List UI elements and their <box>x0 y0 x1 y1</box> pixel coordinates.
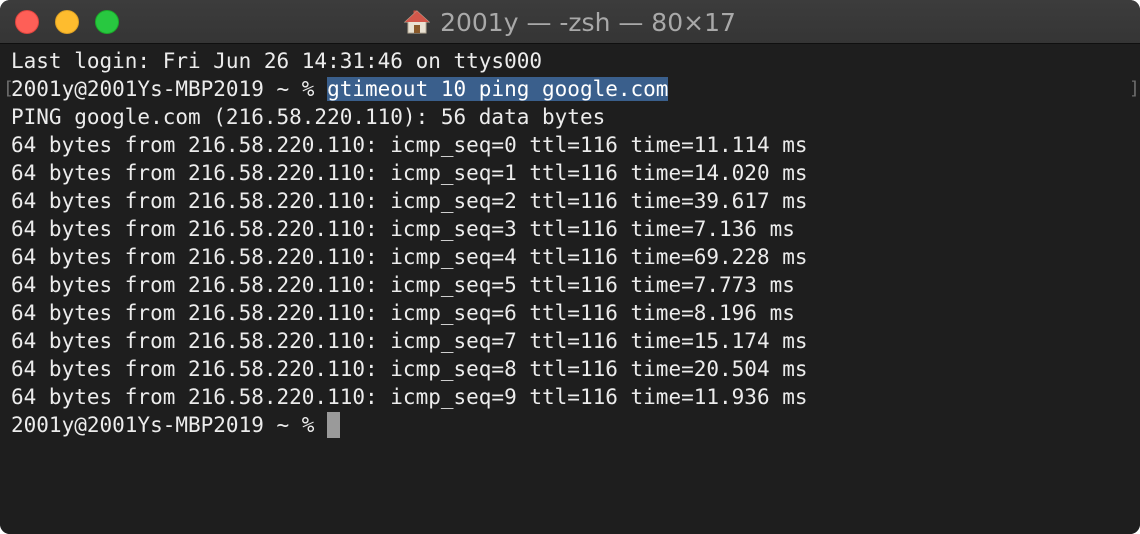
last-login-line: Last login: Fri Jun 26 14:31:46 on ttys0… <box>11 49 543 73</box>
text-cursor <box>327 411 341 438</box>
ping-header-line: PING google.com (216.58.220.110): 56 dat… <box>11 105 606 129</box>
window-title: 2001y — -zsh — 80×17 <box>0 0 1140 44</box>
ping-reply-line: 64 bytes from 216.58.220.110: icmp_seq=1… <box>11 161 808 185</box>
window-title-text: 2001y — -zsh — 80×17 <box>440 7 736 37</box>
ping-reply-line: 64 bytes from 216.58.220.110: icmp_seq=0… <box>11 133 808 157</box>
home-folder-icon <box>404 9 431 35</box>
ping-reply-line: 64 bytes from 216.58.220.110: icmp_seq=3… <box>11 217 795 241</box>
final-prompt-line: 2001y@2001Ys-MBP2019 ~ % <box>11 411 341 439</box>
ping-reply-line: 64 bytes from 216.58.220.110: icmp_seq=8… <box>11 357 808 381</box>
ping-reply-line: 64 bytes from 216.58.220.110: icmp_seq=4… <box>11 245 808 269</box>
terminal-window: 2001y — -zsh — 80×17 Last login: Fri Jun… <box>0 0 1140 534</box>
ping-reply-line: 64 bytes from 216.58.220.110: icmp_seq=7… <box>11 329 808 353</box>
mark-bracket-right: ] <box>1129 78 1140 99</box>
ping-reply-line: 64 bytes from 216.58.220.110: icmp_seq=6… <box>11 301 795 325</box>
ping-reply-line: 64 bytes from 216.58.220.110: icmp_seq=9… <box>11 385 808 409</box>
terminal-content[interactable]: Last login: Fri Jun 26 14:31:46 on ttys0… <box>0 44 1140 534</box>
title-bar[interactable]: 2001y — -zsh — 80×17 <box>0 0 1140 44</box>
selected-command[interactable]: gtimeout 10 ping google.com <box>327 77 669 101</box>
prompt: 2001y@2001Ys-MBP2019 ~ % <box>11 77 328 101</box>
final-prompt: 2001y@2001Ys-MBP2019 ~ % <box>11 413 328 437</box>
ping-reply-line: 64 bytes from 216.58.220.110: icmp_seq=2… <box>11 189 808 213</box>
command-line: 2001y@2001Ys-MBP2019 ~ % gtimeout 10 pin… <box>11 75 669 103</box>
ping-reply-line: 64 bytes from 216.58.220.110: icmp_seq=5… <box>11 273 795 297</box>
